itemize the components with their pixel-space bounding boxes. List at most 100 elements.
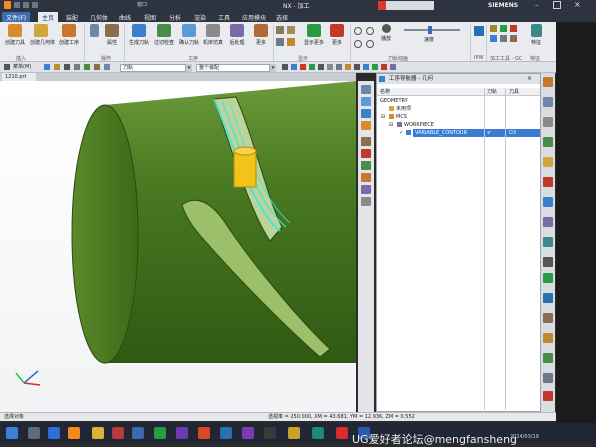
menu-curve[interactable]: 曲线: [115, 12, 135, 22]
step-forward-icon[interactable]: [366, 40, 374, 48]
column-tool[interactable]: 刀具: [509, 88, 519, 96]
app-icon[interactable]: [312, 427, 324, 439]
geometry-view-icon[interactable]: [361, 109, 371, 118]
verify-path-button[interactable]: 确认刀轨: [178, 24, 200, 54]
speed-slider-handle[interactable]: [428, 26, 432, 34]
replay-icon[interactable]: [361, 173, 371, 182]
column-name[interactable]: 名称: [380, 88, 390, 96]
nav-icon[interactable]: [543, 77, 553, 87]
library-icon[interactable]: [543, 237, 553, 247]
window-search[interactable]: 窗口: [137, 1, 147, 8]
type-filter-select[interactable]: 刀轨: [120, 64, 186, 72]
part-nav-icon[interactable]: [543, 97, 553, 107]
menu-geometry[interactable]: 几何体: [86, 12, 112, 22]
tool-icon-2[interactable]: [500, 25, 507, 32]
app-icon[interactable]: [242, 427, 254, 439]
app-icon[interactable]: [220, 427, 232, 439]
filter-icon[interactable]: [44, 64, 50, 70]
save-icon[interactable]: [14, 2, 20, 8]
cut-icon[interactable]: [361, 137, 371, 146]
gouge-check-button[interactable]: 过切检查: [153, 24, 175, 54]
snap8-icon[interactable]: [300, 64, 306, 70]
tree-row[interactable]: ✓ VARIABLE_CONTOUR ✔ D3: [377, 129, 540, 137]
assembly-nav-icon[interactable]: [543, 117, 553, 127]
app-icon[interactable]: [112, 427, 124, 439]
expand-icon[interactable]: ⊟: [389, 121, 393, 129]
snap18-icon[interactable]: [390, 64, 396, 70]
snap16-icon[interactable]: [372, 64, 378, 70]
chevron-down-icon[interactable]: ▾: [270, 64, 276, 72]
hd3d-icon[interactable]: [543, 177, 553, 187]
more2-button[interactable]: 更多: [326, 24, 348, 54]
layer-icon[interactable]: [276, 38, 284, 46]
explorer-icon[interactable]: [92, 427, 104, 439]
tooltips-icon[interactable]: [543, 293, 553, 303]
nx-app-icon[interactable]: [68, 427, 80, 439]
system-icon[interactable]: [543, 273, 553, 283]
tool-icon-1[interactable]: [490, 25, 497, 32]
tool-palette-icon[interactable]: [543, 373, 553, 383]
machine-tool-icon[interactable]: [361, 97, 371, 106]
feature-button[interactable]: 特征: [526, 24, 546, 54]
properties-button[interactable]: 属性: [101, 24, 123, 54]
scope-select[interactable]: 整个装配: [196, 64, 270, 72]
app-icon[interactable]: [176, 427, 188, 439]
menu-home[interactable]: 主页: [38, 12, 59, 22]
start-icon[interactable]: [6, 427, 18, 439]
app-icon[interactable]: [132, 427, 144, 439]
select-icon[interactable]: [64, 64, 70, 70]
machine-sim-button[interactable]: 机床仿真: [202, 24, 224, 54]
rewind-icon[interactable]: [354, 27, 362, 35]
snap10-icon[interactable]: [318, 64, 324, 70]
snap12-icon[interactable]: [336, 64, 342, 70]
tree-row-selected[interactable]: VARIABLE_CONTOUR ✔ D3: [413, 129, 540, 137]
display-icon[interactable]: [276, 26, 284, 34]
taskview-icon[interactable]: [48, 427, 60, 439]
palette-icon[interactable]: [543, 333, 553, 343]
reuse-icon[interactable]: [543, 157, 553, 167]
menu-file[interactable]: 文件(F): [2, 12, 31, 22]
snap7-icon[interactable]: [291, 64, 297, 70]
snap2-icon[interactable]: [74, 64, 80, 70]
undo-icon[interactable]: [23, 2, 29, 8]
menu-analysis[interactable]: 分析: [165, 12, 185, 22]
tool-icon-4[interactable]: [490, 35, 497, 42]
speed-slider-track[interactable]: [404, 29, 460, 31]
maximize-icon[interactable]: [553, 1, 561, 9]
app-icon[interactable]: [288, 427, 300, 439]
snap4-icon[interactable]: [94, 64, 100, 70]
show-more-button[interactable]: 显示更多: [303, 24, 325, 54]
menu-select[interactable]: 选择: [272, 12, 292, 22]
snap5-icon[interactable]: [104, 64, 110, 70]
tree-row[interactable]: ⊟ MCS: [377, 113, 540, 121]
menu-icon[interactable]: [4, 64, 10, 70]
list-icon[interactable]: [361, 185, 371, 194]
method-view-icon[interactable]: [361, 121, 371, 130]
ipw-icon[interactable]: [474, 26, 484, 36]
tool-icon-3[interactable]: [510, 25, 517, 32]
search-icon[interactable]: [28, 427, 40, 439]
part-model[interactable]: [0, 81, 356, 412]
close-icon[interactable]: ×: [574, 0, 581, 9]
create-geometry-button[interactable]: 创建几何体: [30, 24, 55, 54]
menu-view[interactable]: 视图: [140, 12, 160, 22]
generate-icon[interactable]: [361, 161, 371, 170]
more-button[interactable]: 更多: [250, 24, 272, 54]
web-icon[interactable]: [543, 197, 553, 207]
check-icon[interactable]: [543, 353, 553, 363]
brush-icon[interactable]: [287, 38, 295, 46]
delete-icon[interactable]: [361, 149, 371, 158]
help-icon[interactable]: [543, 313, 553, 323]
column-path[interactable]: 刀轨: [487, 88, 497, 96]
create-tool-button[interactable]: 创建刀具: [4, 24, 26, 54]
create-operation-button[interactable]: 创建工序: [58, 24, 80, 54]
menu-render[interactable]: 渲染: [190, 12, 210, 22]
snap9-icon[interactable]: [309, 64, 315, 70]
ime-toolbar[interactable]: [378, 1, 434, 10]
snap17-icon[interactable]: [381, 64, 387, 70]
roles-icon[interactable]: [543, 257, 553, 267]
tool-icon-5[interactable]: [500, 35, 507, 42]
snap3-icon[interactable]: [84, 64, 90, 70]
snap6-icon[interactable]: [282, 64, 288, 70]
postprocess-button[interactable]: 后处理: [226, 24, 248, 54]
